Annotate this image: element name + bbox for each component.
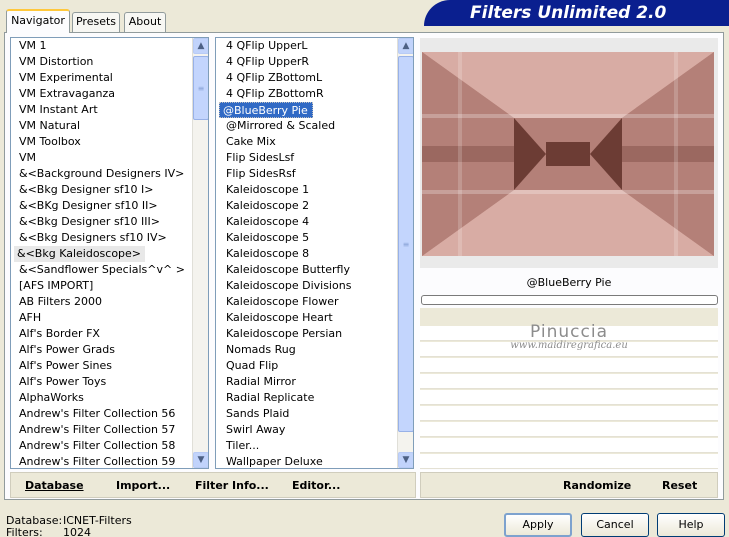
- parameter-row: [420, 422, 718, 437]
- list-item[interactable]: &<Bkg Designers sf10 IV>: [11, 230, 171, 246]
- list-item[interactable]: Alf's Power Toys: [11, 374, 110, 390]
- list-item[interactable]: @Mirrored & Scaled: [216, 118, 339, 134]
- watermark: Pinuccia www.maidiregrafica.eu: [420, 322, 718, 351]
- database-link[interactable]: Database: [25, 479, 84, 492]
- tab-presets-label: Presets: [75, 15, 117, 28]
- list-item[interactable]: VM Instant Art: [11, 102, 102, 118]
- import-link[interactable]: Import...: [116, 479, 170, 492]
- progress-bar: [421, 295, 718, 305]
- tab-navigator-label: Navigator: [11, 14, 65, 27]
- list-item[interactable]: Kaleidoscope Divisions: [216, 278, 355, 294]
- list-item[interactable]: &<Sandflower Specials^v^ >: [11, 262, 189, 278]
- list-item[interactable]: VM Extravaganza: [11, 86, 119, 102]
- tab-presets[interactable]: Presets: [72, 12, 120, 32]
- list-item[interactable]: 4 QFlip UpperR: [216, 54, 313, 70]
- list-item[interactable]: Flip SidesRsf: [216, 166, 300, 182]
- list-item[interactable]: Kaleidoscope 1: [216, 182, 313, 198]
- list-item[interactable]: Andrew's Filter Collection 56: [11, 406, 179, 422]
- parameter-row: [420, 406, 718, 421]
- cancel-button[interactable]: Cancel: [581, 513, 649, 537]
- filters-count: 1024: [63, 526, 91, 537]
- scroll-thumb[interactable]: ≡: [398, 56, 413, 432]
- list-item[interactable]: Kaleidoscope 8: [216, 246, 313, 262]
- reset-link[interactable]: Reset: [662, 479, 697, 492]
- scroll-up-button[interactable]: ▲: [398, 38, 413, 54]
- filters-label: Filters:: [6, 526, 43, 537]
- filter-list[interactable]: 4 QFlip UpperL 4 QFlip UpperR 4 QFlip ZBot…: [215, 37, 414, 469]
- parameter-row: [420, 438, 718, 453]
- list-item[interactable]: AB Filters 2000: [11, 294, 106, 310]
- list-item[interactable]: Alf's Power Grads: [11, 342, 119, 358]
- list-item[interactable]: Alf's Border FX: [11, 326, 104, 342]
- list-item[interactable]: Nomads Rug: [216, 342, 300, 358]
- app-title: Filters Unlimited 2.0: [470, 3, 667, 23]
- list-item[interactable]: AlphaWorks: [11, 390, 88, 406]
- list-item[interactable]: Kaleidoscope Flower: [216, 294, 343, 310]
- list-item[interactable]: Sands Plaid: [216, 406, 293, 422]
- list-item[interactable]: VM Natural: [11, 118, 84, 134]
- apply-button[interactable]: Apply: [504, 513, 572, 537]
- list-item[interactable]: Kaleidoscope Butterfly: [216, 262, 354, 278]
- list-item[interactable]: VM Distortion: [11, 54, 97, 70]
- preview-pane: [420, 38, 718, 268]
- list-item[interactable]: 4 QFlip ZBottomR: [216, 86, 328, 102]
- list-item[interactable]: Kaleidoscope Heart: [216, 310, 337, 326]
- list-item[interactable]: &<Bkg Designer sf10 III>: [11, 214, 164, 230]
- list-item[interactable]: Cake Mix: [216, 134, 280, 150]
- list-item[interactable]: Swirl Away: [216, 422, 289, 438]
- list-item[interactable]: Radial Mirror: [216, 374, 300, 390]
- list-item[interactable]: AFH: [11, 310, 45, 326]
- list-item[interactable]: 4 QFlip ZBottomL: [216, 70, 326, 86]
- watermark-name: Pinuccia: [530, 322, 608, 342]
- tab-about[interactable]: About: [124, 12, 166, 32]
- list-item[interactable]: [AFS IMPORT]: [11, 278, 97, 294]
- list-item[interactable]: Alf's Power Sines: [11, 358, 116, 374]
- list-item[interactable]: VM: [11, 150, 40, 166]
- parameter-row: [420, 390, 718, 405]
- list-item[interactable]: &<Background Designers IV>: [11, 166, 188, 182]
- preview-command-bar: Randomize Reset: [420, 472, 718, 498]
- list-item[interactable]: &<Bkg Kaleidoscope>: [14, 246, 146, 262]
- scroll-thumb[interactable]: ≡: [193, 56, 208, 120]
- list-item[interactable]: Radial Replicate: [216, 390, 318, 406]
- filter-scrollbar[interactable]: ▲ ≡ ▼: [397, 38, 413, 468]
- list-item[interactable]: Kaleidoscope 2: [216, 198, 313, 214]
- list-item[interactable]: Andrew's Filter Collection 59: [11, 454, 179, 468]
- scroll-up-button[interactable]: ▲: [193, 38, 208, 54]
- parameter-row: [420, 374, 718, 389]
- list-item[interactable]: VM Experimental: [11, 70, 117, 86]
- list-item[interactable]: &<Bkg Designer sf10 I>: [11, 182, 158, 198]
- list-item[interactable]: &<BKg Designer sf10 II>: [11, 198, 162, 214]
- list-item[interactable]: Flip SidesLsf: [216, 150, 298, 166]
- category-scrollbar[interactable]: ▲ ≡ ▼: [192, 38, 208, 468]
- category-list[interactable]: VM 1 VM Distortion VM Experimental VM Extra…: [10, 37, 209, 469]
- parameter-row: [420, 358, 718, 373]
- list-item[interactable]: Wallpaper Deluxe: [216, 454, 327, 468]
- selected-filter-name: @BlueBerry Pie: [526, 276, 612, 289]
- list-item[interactable]: VM 1: [11, 38, 51, 54]
- list-item[interactable]: VM Toolbox: [11, 134, 85, 150]
- filter-info-link[interactable]: Filter Info...: [195, 479, 269, 492]
- list-item[interactable]: Andrew's Filter Collection 58: [11, 438, 179, 454]
- watermark-url: www.maidiregrafica.eu: [510, 340, 628, 351]
- list-item[interactable]: Quad Flip: [216, 358, 282, 374]
- preview-image: [420, 38, 718, 268]
- tab-navigator[interactable]: Navigator: [6, 9, 70, 33]
- list-item[interactable]: @BlueBerry Pie: [219, 102, 313, 118]
- parameter-row: [420, 454, 718, 469]
- list-item[interactable]: Kaleidoscope Persian: [216, 326, 346, 342]
- command-bar: Database Import... Filter Info... Editor…: [10, 472, 416, 498]
- list-item[interactable]: Andrew's Filter Collection 57: [11, 422, 179, 438]
- randomize-link[interactable]: Randomize: [563, 479, 631, 492]
- tab-about-label: About: [128, 15, 162, 28]
- editor-link[interactable]: Editor...: [292, 479, 340, 492]
- list-item[interactable]: Tiler...: [216, 438, 263, 454]
- list-item[interactable]: Kaleidoscope 4: [216, 214, 313, 230]
- list-item[interactable]: Kaleidoscope 5: [216, 230, 313, 246]
- help-button[interactable]: Help: [657, 513, 725, 537]
- scroll-down-button[interactable]: ▼: [398, 452, 413, 468]
- scroll-down-button[interactable]: ▼: [193, 452, 208, 468]
- list-item[interactable]: 4 QFlip UpperL: [216, 38, 312, 54]
